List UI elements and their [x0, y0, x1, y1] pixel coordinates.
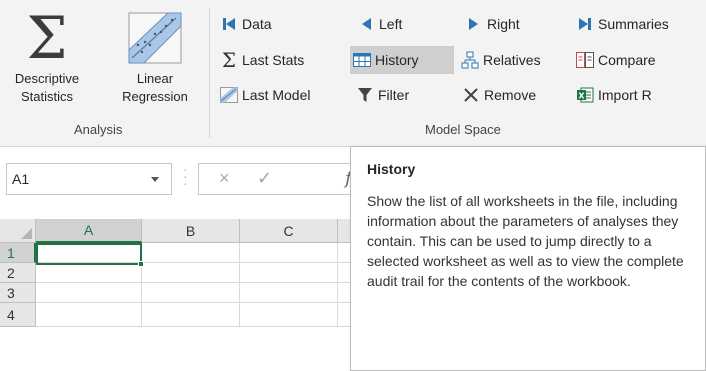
data-button[interactable]: Data: [217, 11, 275, 37]
linear-regression-button[interactable]: Linear Regression: [110, 8, 200, 106]
row-header-3[interactable]: 3: [0, 283, 36, 303]
excel-import-icon: X: [576, 86, 594, 104]
descriptive-statistics-label: Descriptive Statistics: [14, 71, 80, 104]
filter-label: Filter: [378, 87, 410, 103]
cell-b2[interactable]: [142, 263, 240, 283]
formula-buttons: × ✓ f: [198, 163, 358, 195]
group-divider: [209, 8, 210, 138]
skip-start-icon: [220, 15, 238, 33]
cell-b4[interactable]: [142, 303, 240, 327]
cell-c1[interactable]: [240, 243, 338, 263]
select-all-button[interactable]: [0, 219, 36, 243]
cell-c3[interactable]: [240, 283, 338, 303]
cancel-icon[interactable]: ×: [219, 168, 230, 189]
cell-c4[interactable]: [240, 303, 338, 327]
cell-b3[interactable]: [142, 283, 240, 303]
cell-b1[interactable]: [142, 243, 240, 263]
svg-text:X: X: [578, 91, 585, 100]
right-button[interactable]: Right: [462, 11, 523, 37]
linear-regression-icon: [128, 12, 182, 64]
row-header-2[interactable]: 2: [0, 263, 36, 283]
compare-label: Compare: [598, 52, 656, 68]
history-tooltip: History Show the list of all worksheets …: [350, 146, 706, 371]
sigma-icon: Σ: [221, 48, 237, 72]
analysis-group-label: Analysis: [74, 122, 123, 137]
enter-icon[interactable]: ✓: [257, 168, 272, 189]
triangle-left-icon: [357, 15, 375, 33]
fill-handle[interactable]: [138, 261, 144, 267]
left-label: Left: [379, 16, 403, 32]
ribbon: Σ Descriptive Statistics Linear Regressi…: [0, 0, 706, 147]
last-stats-label: Last Stats: [242, 52, 305, 68]
history-button[interactable]: History: [350, 46, 454, 74]
compare-icon: [576, 51, 594, 69]
drag-handle-icon[interactable]: · · ·: [183, 162, 188, 190]
hierarchy-icon: [461, 51, 479, 69]
column-header-b[interactable]: B: [142, 219, 240, 243]
relatives-label: Relatives: [483, 52, 541, 68]
triangle-right-icon: [465, 15, 483, 33]
last-model-label: Last Model: [242, 87, 311, 103]
summaries-button[interactable]: Summaries: [573, 11, 672, 37]
last-model-button[interactable]: Last Model: [217, 82, 313, 108]
relatives-button[interactable]: Relatives: [458, 47, 544, 73]
name-box[interactable]: A1: [6, 163, 172, 195]
x-icon: [462, 86, 480, 104]
data-label: Data: [242, 16, 272, 32]
active-cell-border: [36, 243, 144, 267]
summaries-label: Summaries: [598, 16, 669, 32]
name-box-value: A1: [12, 171, 30, 187]
import-r-label: Import R: [598, 87, 652, 103]
history-icon: [353, 51, 371, 69]
right-label: Right: [487, 16, 520, 32]
sigma-icon: Σ: [26, 4, 68, 72]
tooltip-title: History: [367, 161, 416, 177]
remove-button[interactable]: Remove: [459, 82, 539, 108]
cell-a4[interactable]: [36, 303, 142, 327]
descriptive-statistics-button[interactable]: Σ Descriptive Statistics: [6, 8, 88, 106]
compare-button[interactable]: Compare: [573, 47, 659, 73]
column-header-a[interactable]: A: [36, 219, 142, 243]
import-r-button[interactable]: X Import R: [573, 82, 655, 108]
filter-button[interactable]: Filter: [353, 82, 412, 108]
left-button[interactable]: Left: [354, 11, 405, 37]
row-header-4[interactable]: 4: [0, 303, 36, 327]
column-header-c[interactable]: C: [240, 219, 338, 243]
cell-a3[interactable]: [36, 283, 142, 303]
chevron-down-icon[interactable]: [151, 177, 159, 182]
tooltip-body: Show the list of all worksheets in the f…: [367, 193, 684, 289]
history-label: History: [375, 52, 419, 68]
filter-icon: [356, 86, 374, 104]
select-all-icon: [21, 228, 32, 239]
last-stats-button[interactable]: Σ Last Stats: [217, 47, 307, 73]
linear-regression-icon: [220, 86, 238, 104]
row-header-1[interactable]: 1: [0, 243, 36, 263]
model-space-group-label: Model Space: [425, 122, 501, 137]
cell-a2[interactable]: [36, 263, 142, 283]
linear-regression-label: Linear Regression: [122, 71, 188, 104]
cell-c2[interactable]: [240, 263, 338, 283]
skip-end-icon: [576, 15, 594, 33]
remove-label: Remove: [484, 87, 537, 103]
